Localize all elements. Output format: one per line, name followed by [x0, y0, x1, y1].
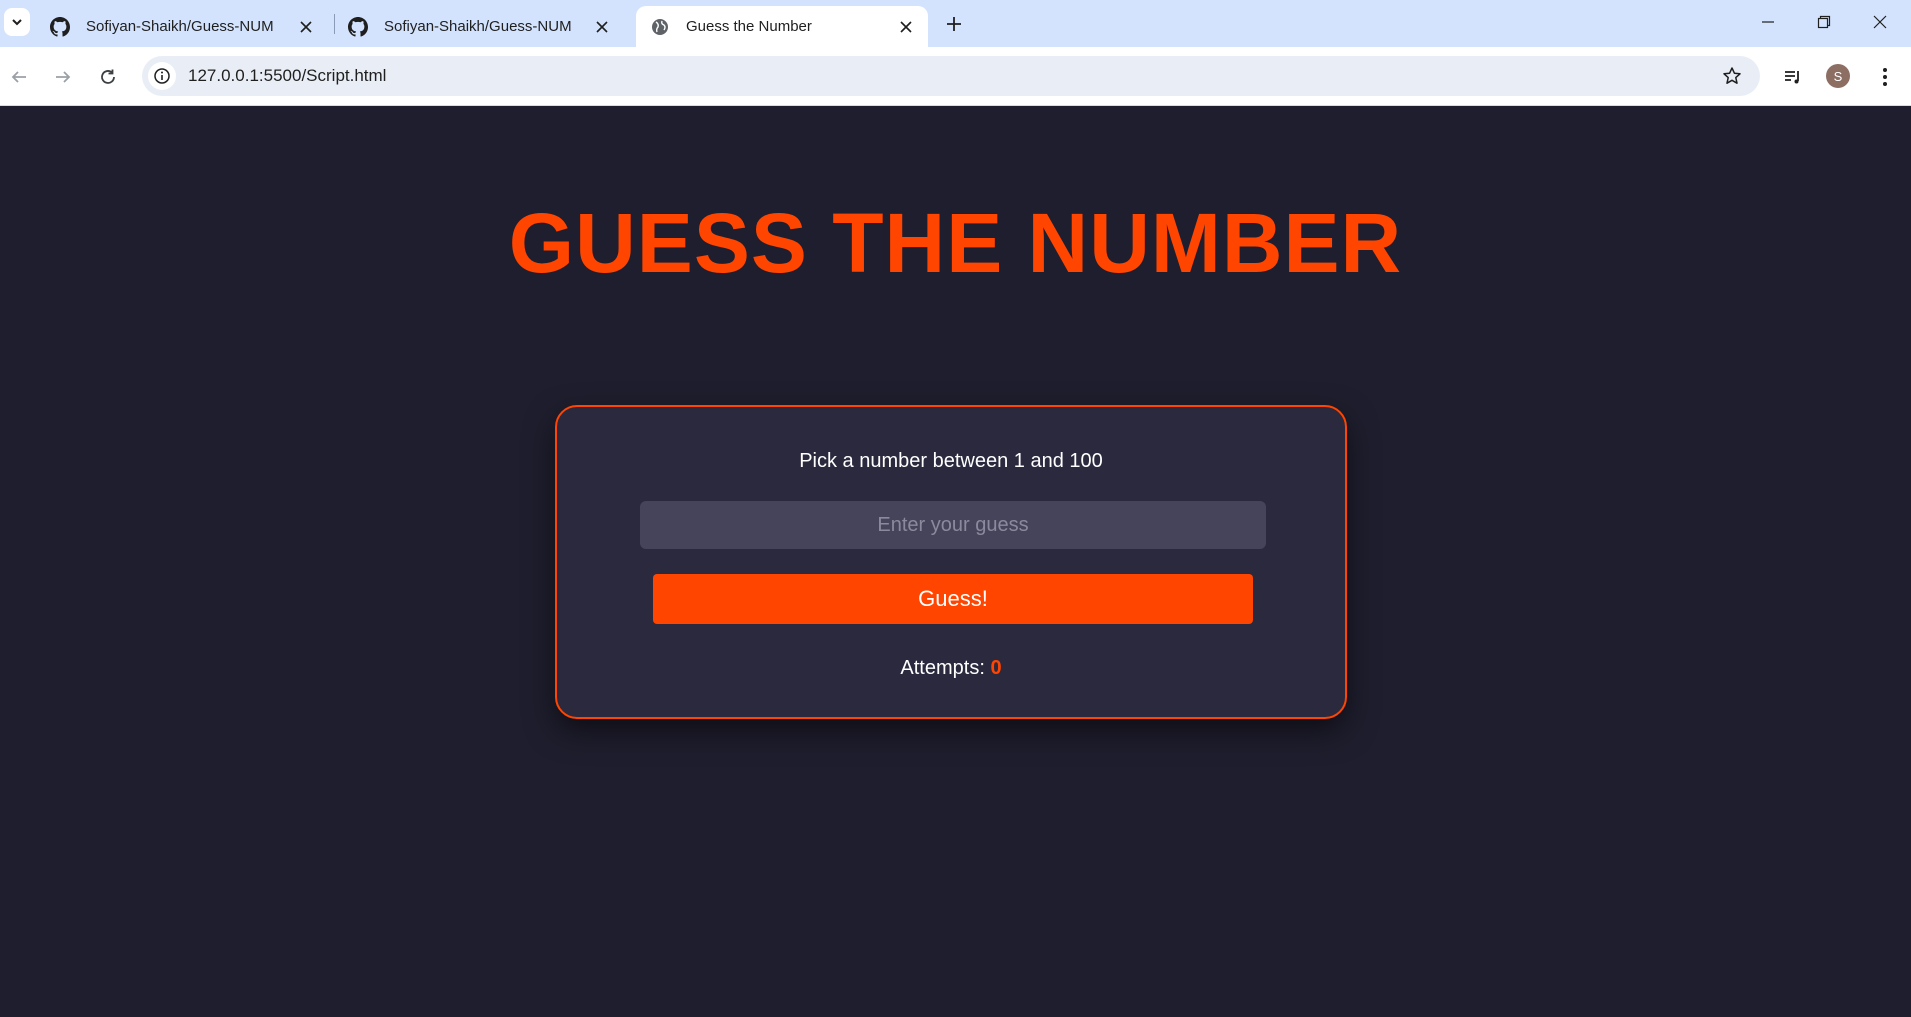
globe-icon	[652, 18, 668, 35]
minimize-icon	[1762, 21, 1774, 23]
forward-button[interactable]	[46, 60, 80, 94]
guess-button[interactable]: Guess!	[653, 574, 1253, 624]
tab-title: Guess the Number	[686, 18, 812, 35]
browser-toolbar: 127.0.0.1:5500/Script.html S	[0, 47, 1911, 106]
tab-title: Sofiyan-Shaikh/Guess-NUM	[384, 18, 572, 35]
github-icon	[50, 16, 70, 37]
instruction-text: Pick a number between 1 and 100	[799, 450, 1103, 472]
plus-icon	[947, 17, 961, 31]
media-controls-button[interactable]	[1778, 62, 1808, 92]
url-text[interactable]: 127.0.0.1:5500/Script.html	[188, 66, 386, 86]
guess-input[interactable]	[640, 501, 1266, 549]
close-icon	[1873, 15, 1887, 29]
new-tab-button[interactable]	[940, 10, 968, 38]
close-tab-icon[interactable]	[592, 17, 612, 37]
close-window-button[interactable]	[1852, 0, 1908, 44]
github-icon	[348, 16, 368, 37]
attempts-display: Attempts: 0	[557, 657, 1345, 680]
close-tab-icon[interactable]	[296, 17, 316, 37]
arrow-left-icon	[11, 71, 26, 83]
page-title: GUESS THE NUMBER	[508, 196, 1403, 290]
tab-3-active[interactable]: Guess the Number	[636, 6, 928, 47]
profile-initial: S	[1833, 68, 1843, 84]
reload-icon	[101, 69, 115, 84]
more-vertical-icon	[1883, 68, 1887, 86]
page-content: GUESS THE NUMBER Pick a number between 1…	[0, 107, 1911, 1017]
close-tab-icon[interactable]	[896, 17, 916, 37]
back-button[interactable]	[2, 60, 36, 94]
browser-menu-button[interactable]	[1870, 62, 1900, 92]
tab-2[interactable]: Sofiyan-Shaikh/Guess-NUM	[334, 6, 624, 47]
tab-title: Sofiyan-Shaikh/Guess-NUM	[86, 18, 274, 35]
reload-button[interactable]	[91, 60, 125, 94]
game-card: Pick a number between 1 and 100 Guess! A…	[555, 405, 1347, 719]
address-bar[interactable]: 127.0.0.1:5500/Script.html	[142, 56, 1760, 96]
site-info-icon[interactable]	[148, 62, 176, 90]
minimize-button[interactable]	[1740, 0, 1796, 44]
playlist-icon	[1785, 71, 1799, 84]
chevron-down-icon	[12, 19, 22, 26]
attempts-label: Attempts:	[900, 657, 985, 679]
attempts-count: 0	[990, 657, 1002, 679]
arrow-right-icon	[56, 71, 71, 83]
tab-search-button[interactable]	[4, 8, 30, 36]
tab-strip: Sofiyan-Shaikh/Guess-NUM Sofiyan-Shaikh/…	[0, 0, 1911, 47]
tab-1[interactable]: Sofiyan-Shaikh/Guess-NUM	[36, 6, 328, 47]
restore-icon	[1817, 15, 1831, 29]
profile-avatar[interactable]: S	[1826, 64, 1850, 88]
restore-button[interactable]	[1796, 0, 1852, 44]
bookmark-star-icon[interactable]	[1720, 64, 1744, 88]
